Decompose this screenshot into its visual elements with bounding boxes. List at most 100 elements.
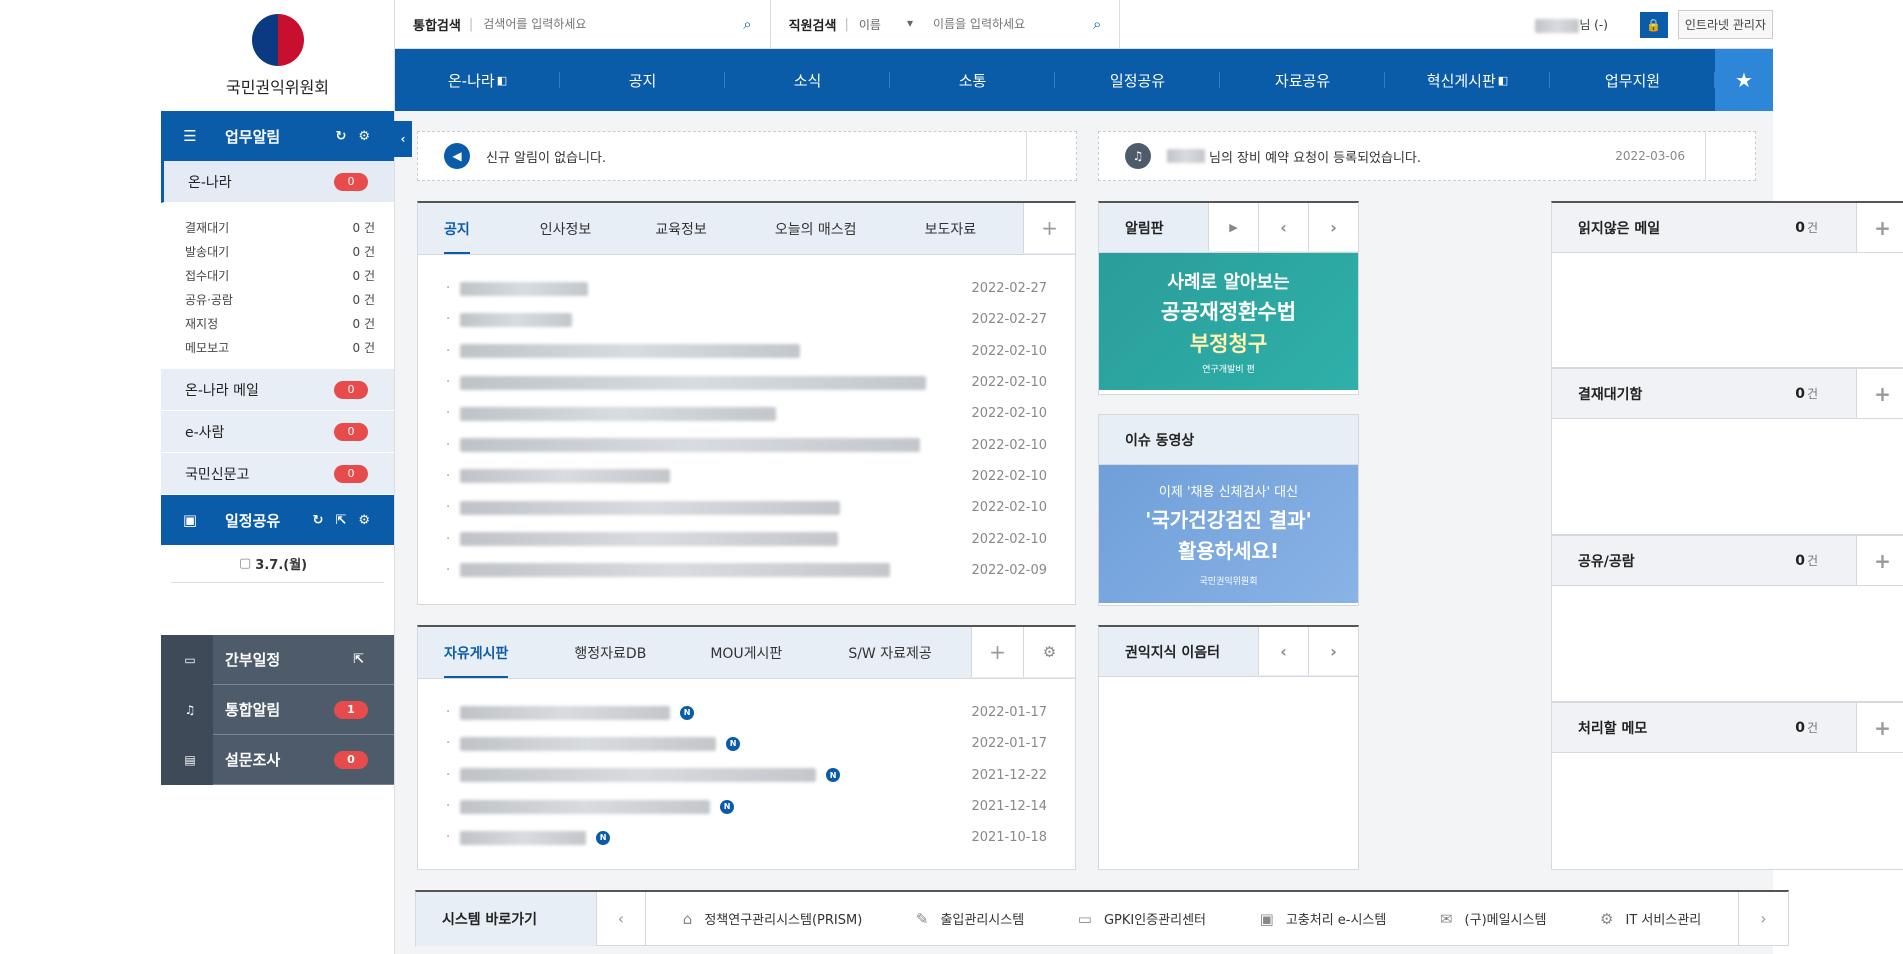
integrated-search-input[interactable] [483,17,744,31]
refresh-icon[interactable]: ↻ [313,513,324,528]
approval-header[interactable]: 결재대기함 0건 + [1552,369,1903,419]
tab-admin-db[interactable]: 행정자료DB [534,627,674,679]
tab-press-release[interactable]: 보도자료 [885,203,1003,255]
tab-mou-board[interactable]: MOU게시판 [674,627,810,679]
list-item[interactable]: · 2022-02-10 [446,398,1047,429]
search-icon[interactable]: ⌕ [1093,15,1101,33]
work-alert-header[interactable]: ☰ 업무알림 ↻ ⚙ ‹ [161,111,412,161]
count-badge: 0 [334,464,368,483]
play-icon[interactable]: ▶ [1208,203,1258,251]
gear-icon[interactable]: ⚙ [358,129,370,144]
list-item[interactable]: 결재대기 0 건 [185,215,394,239]
tab-hr-info[interactable]: 인사정보 [496,203,620,255]
list-item[interactable]: · 2022-02-10 [446,429,1047,460]
alimpan-banner[interactable]: 사례로 알아보는 공공재정환수법 부정청구 연구개발비 편 [1099,253,1358,390]
sidebar-item-sinmungo[interactable]: 국민신문고 0 [161,453,394,495]
memo-header[interactable]: 처리할 메모 0건 + [1552,703,1903,753]
chevron-right-icon[interactable]: › [1738,891,1788,946]
list-item[interactable]: 발송대기 0 건 [185,239,394,263]
approval-box: 결재대기함 0건 + [1551,368,1903,535]
plus-icon[interactable]: + [1023,203,1075,253]
tab-todays-media[interactable]: 오늘의 매스컴 [735,203,885,255]
sidebar-item-onnara[interactable]: 온-나라 0 [161,161,394,203]
gnb-item-work-support[interactable]: 업무지원 [1550,49,1715,111]
search-icon[interactable]: ⌕ [743,15,751,33]
list-item[interactable]: · 2022-02-09 [446,555,1047,586]
user-name[interactable]: 님 (-) [1535,16,1608,33]
plus-icon[interactable]: + [1856,536,1903,585]
refresh-icon[interactable]: ↻ [335,129,346,144]
list-item[interactable]: 메모보고 0 건 [185,335,394,359]
external-link-icon[interactable]: ⇱ [335,513,346,528]
tab-notice[interactable]: 공지 [418,203,496,255]
lock-icon[interactable]: 🔒 [1639,11,1668,38]
list-item[interactable]: · 2022-02-10 [446,367,1047,398]
list-item[interactable]: · N 2022-01-17 [446,728,1047,759]
list-item[interactable]: 접수대기 0 건 [185,263,394,287]
unread-mail-header[interactable]: 읽지않은 메일 0건 + [1552,203,1903,253]
gnb-item-notice[interactable]: 공지 [560,49,725,111]
list-item[interactable]: · 2022-02-10 [446,492,1047,523]
share-header[interactable]: 공유/공람 0건 + [1552,536,1903,586]
shortcut-prism[interactable]: ⌂ 정책연구관리시스템(PRISM) [683,909,863,929]
plus-icon[interactable]: + [1856,703,1903,752]
shortcut-access[interactable]: ✎ 출입관리시스템 [916,909,1024,929]
gnb-item-schedule[interactable]: 일정공유 [1055,49,1220,111]
issue-video-banner[interactable]: 이제 '채용 신체검사' 대신 '국가건강검진 결과' 활용하세요! 국민권익위… [1099,465,1358,603]
list-item[interactable]: · 2022-02-27 [446,273,1047,304]
gnb-item-news[interactable]: 소식 [725,49,890,111]
gnb-item-innovation-board[interactable]: 혁신게시판 ◧ [1385,49,1550,111]
staff-search-select[interactable]: 이름 ▾ [859,16,913,33]
gnb-item-data-share[interactable]: 자료공유 [1220,49,1385,111]
plus-icon[interactable]: + [1856,369,1903,418]
list-item[interactable]: · 2022-02-27 [446,304,1047,335]
chevron-right-icon[interactable]: › [1308,627,1358,675]
chevron-left-icon[interactable]: ‹ [596,891,646,946]
shortcut-gpki[interactable]: ▭ GPKI인증관리센터 [1078,909,1207,929]
list-item[interactable]: · N 2021-10-18 [446,822,1047,853]
list-item[interactable]: · 2022-02-10 [446,523,1047,554]
external-link-icon[interactable]: ⇱ [353,652,364,667]
chevron-left-icon[interactable]: ‹ [1258,203,1308,251]
plus-icon[interactable]: + [1856,203,1903,252]
sidebar-collapse-button[interactable]: ‹ [394,121,412,157]
plus-icon[interactable]: + [971,627,1023,677]
menu-icon[interactable]: ☰ [179,127,201,145]
list-item[interactable]: 재지정 0 건 [185,311,394,335]
org-logo[interactable]: 국민권익위원회 [161,0,394,111]
sidebar-item-esaram[interactable]: e-사람 0 [161,411,394,453]
gnb-item-onnara[interactable]: 온-나라 ◧ [395,49,560,111]
chevron-right-icon[interactable]: › [1308,203,1358,251]
schedule-header[interactable]: ▣ 일정공유 ↻ ⇱ ⚙ [161,495,394,545]
list-item[interactable]: · N 2021-12-14 [446,791,1047,822]
gear-icon[interactable]: ⚙ [358,513,370,528]
tab-free-board[interactable]: 자유게시판 [418,627,534,679]
shortcut-label: GPKI인증관리센터 [1103,913,1207,928]
shortcut-label: 고충처리 e-시스템 [1285,913,1387,928]
sidebar-item-integrated-alert[interactable]: ♫ 통합알림 1 [161,685,394,735]
sidebar-item-survey[interactable]: ▤ 설문조사 0 [161,735,394,785]
chevron-left-icon[interactable]: ‹ [1258,627,1308,675]
bookmark-star-icon[interactable]: ★ [1715,49,1773,111]
schedule-date[interactable]: ▢ 3.7.(월) [171,545,384,583]
gnb-item-communication[interactable]: 소통 [890,49,1055,111]
intranet-admin-button[interactable]: 인트라넷 관리자 [1677,10,1773,39]
item-date: 2022-02-10 [971,531,1047,547]
item-count: 0 건 [352,244,376,259]
list-item[interactable]: 공유·공람 0 건 [185,287,394,311]
tab-education-info[interactable]: 교육정보 [619,203,735,255]
equipment-alert-bar[interactable]: ♫ 님의 장비 예약 요청이 등록되었습니다. 2022-03-06 [1098,131,1756,181]
list-item[interactable]: · N 2022-01-17 [446,697,1047,728]
item-date: 2021-12-22 [971,767,1047,783]
shortcut-complaint[interactable]: ▣ 고충처리 e-시스템 [1260,909,1387,929]
list-item[interactable]: · 2022-02-10 [446,461,1047,492]
shortcut-old-mail[interactable]: ✉ (구)메일시스템 [1440,909,1546,929]
gear-icon[interactable]: ⚙ [1023,627,1075,677]
sidebar-item-onnara-mail[interactable]: 온-나라 메일 0 [161,369,394,411]
tab-sw-data[interactable]: S/W 자료제공 [810,627,957,679]
list-item[interactable]: · N 2021-12-22 [446,760,1047,791]
sidebar-item-exec-schedule[interactable]: ▭ 간부일정 ⇱ [161,635,394,685]
shortcut-it-service[interactable]: ⚙ IT 서비스관리 [1600,909,1701,929]
staff-search-input[interactable] [933,17,1093,31]
list-item[interactable]: · 2022-02-10 [446,336,1047,367]
